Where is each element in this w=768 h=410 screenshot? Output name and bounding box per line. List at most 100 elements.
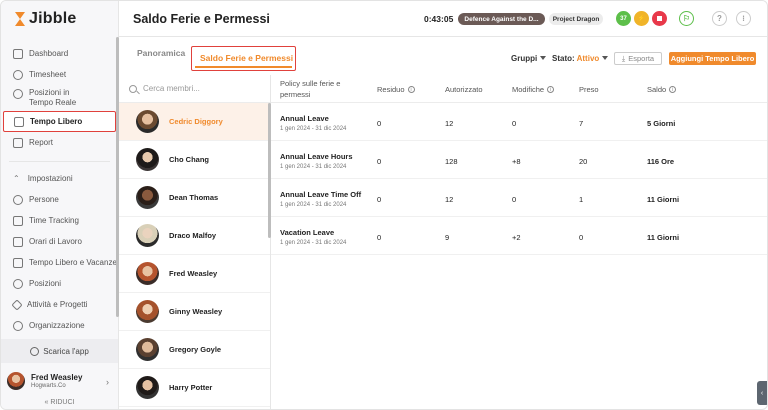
sidebar-item-label: Tempo Libero e Vacanze — [29, 258, 117, 267]
calendar-icon — [13, 236, 23, 247]
taken-cell: 20 — [579, 157, 588, 166]
changes-cell: +8 — [512, 157, 521, 166]
column-header-taken: Preso — [579, 85, 599, 94]
member-name: Ginny Weasley — [169, 307, 223, 316]
member-name: Fred Weasley — [169, 269, 218, 278]
members-list: Cerca membri... Cedric Diggory Cho Chang… — [119, 75, 271, 409]
sidebar-item-label: Dashboard — [29, 49, 69, 58]
list-item[interactable]: Ginny Weasley — [119, 293, 270, 331]
export-button[interactable]: ⤓ Esporta — [614, 52, 662, 65]
policy-range: 1 gen 2024 - 31 dic 2024 — [280, 164, 347, 170]
info-icon[interactable]: i — [547, 86, 555, 93]
authorized-cell: 9 — [445, 233, 450, 242]
avatar — [136, 338, 159, 361]
status-label: Stato: — [552, 54, 575, 63]
download-app-label: Scarica l'app — [43, 346, 89, 356]
app-window: Jibble Dashboard Timesheet Posizioni in … — [0, 0, 768, 410]
sidebar-item-time-off[interactable]: Tempo Libero — [3, 111, 116, 132]
sidebar-item-people[interactable]: Persone — [1, 189, 118, 210]
column-header-residual: Residuo i — [377, 85, 415, 94]
logo[interactable]: Jibble — [14, 10, 76, 28]
balance-cell: 11 Giorni — [647, 195, 680, 204]
break-icon[interactable]: ⚡ — [634, 11, 649, 26]
list-item[interactable]: Dean Thomas — [119, 179, 270, 217]
double-chevron-left-icon: « — [44, 399, 49, 406]
jibble-logo-icon — [15, 12, 25, 26]
sidebar-item-report[interactable]: Report — [1, 132, 118, 153]
activity-badge[interactable]: Defence Against the D... — [458, 13, 545, 25]
sidebar-item-timesheet[interactable]: Timesheet — [1, 64, 118, 85]
stop-icon — [657, 16, 662, 21]
column-header-policy: Policy sulle ferie e permessi — [280, 79, 341, 99]
sidebar-item-activities[interactable]: Attività e Progetti — [1, 294, 118, 315]
sidebar-item-time-tracking[interactable]: Time Tracking — [1, 210, 118, 231]
project-badge[interactable]: Project Dragon — [549, 13, 603, 25]
residual-cell: 0 — [377, 233, 382, 242]
info-icon[interactable]: i — [407, 86, 415, 93]
collapse-label: RIDUCI — [50, 399, 75, 406]
stop-button[interactable] — [652, 11, 667, 26]
taken-cell: 1 — [579, 195, 584, 204]
policy-range: 1 gen 2024 - 31 dic 2024 — [280, 202, 347, 208]
clock-in-icon[interactable]: ⚐ — [679, 11, 694, 26]
sidebar-item-dashboard[interactable]: Dashboard — [1, 43, 118, 64]
changes-cell: 0 — [512, 195, 517, 204]
list-item[interactable]: Harry Potter — [119, 369, 270, 407]
policy-name: Annual Leave — [280, 114, 329, 123]
taken-cell: 7 — [579, 119, 584, 128]
search-input[interactable]: Cerca membri... — [143, 84, 200, 93]
column-header-label: Autorizzato — [445, 85, 483, 94]
sidebar-item-locations[interactable]: Posizioni — [1, 273, 118, 294]
balance-table: Policy sulle ferie e permessi Residuo i … — [271, 75, 767, 409]
list-item[interactable]: Cedric Diggory — [119, 103, 270, 141]
avatar — [136, 186, 159, 209]
member-name: Cedric Diggory — [169, 117, 223, 126]
list-item[interactable]: Gregory Goyle — [119, 331, 270, 369]
sidebar-item-time-off-holidays[interactable]: Tempo Libero e Vacanze — [1, 252, 118, 273]
side-panel-toggle[interactable]: ‹ — [757, 381, 767, 405]
policy-range: 1 gen 2024 - 31 dic 2024 — [280, 126, 347, 132]
sidebar-item-label: Impostazioni — [27, 174, 73, 183]
info-icon[interactable]: i — [669, 86, 677, 93]
location-pin-icon — [13, 89, 23, 99]
column-header-authorized: Autorizzato — [445, 85, 483, 94]
table-row[interactable]: Annual Leave Hours 1 gen 2024 - 31 dic 2… — [271, 141, 767, 179]
column-header-label: Preso — [579, 85, 599, 94]
status-dropdown[interactable]: Stato: Attivo — [552, 54, 609, 63]
list-item[interactable]: Draco Malfoy — [119, 217, 270, 255]
tab-balance[interactable]: Saldo Ferie e Permessi — [191, 46, 296, 71]
column-header-label: Residuo — [377, 85, 405, 94]
policy-range: 1 gen 2024 - 31 dic 2024 — [280, 240, 347, 246]
avatar — [136, 262, 159, 285]
chevron-down-icon — [540, 56, 547, 60]
member-name: Draco Malfoy — [169, 231, 217, 240]
toolbar: Panoramica Saldo Ferie e Permessi Gruppi… — [119, 37, 767, 75]
add-time-off-button[interactable]: Aggiungi Tempo Libero — [669, 52, 756, 65]
sidebar-item-work-schedules[interactable]: Orari di Lavoro — [1, 231, 118, 252]
policy-name: Annual Leave Hours — [280, 152, 353, 161]
sidebar-item-label: Timesheet — [29, 70, 67, 79]
tab-overview[interactable]: Panoramica — [137, 48, 185, 58]
download-app-button[interactable]: Scarica l'app — [1, 339, 118, 363]
sidebar-item-organization[interactable]: Organizzazione — [1, 315, 118, 336]
sidebar-item-settings[interactable]: ⌃ Impostazioni — [1, 168, 118, 189]
groups-dropdown[interactable]: Gruppi — [511, 54, 547, 63]
collapse-sidebar-button[interactable]: « RIDUCI — [1, 399, 118, 406]
apps-icon[interactable]: ⁝ — [736, 11, 751, 26]
members-count-badge[interactable]: 37 — [616, 11, 631, 26]
table-row[interactable]: Vacation Leave 1 gen 2024 - 31 dic 2024 … — [271, 217, 767, 255]
help-icon[interactable]: ? — [712, 11, 727, 26]
export-label: Esporta — [628, 54, 655, 63]
list-item[interactable]: Fred Weasley — [119, 255, 270, 293]
authorized-cell: 12 — [445, 195, 454, 204]
policy-cell: Annual Leave Time Off 1 gen 2024 - 31 di… — [280, 190, 361, 208]
policy-cell: Vacation Leave 1 gen 2024 - 31 dic 2024 — [280, 228, 346, 246]
list-item[interactable]: Cho Chang — [119, 141, 270, 179]
tab-balance-label: Saldo Ferie e Permessi — [200, 53, 294, 63]
table-row[interactable]: Annual Leave 1 gen 2024 - 31 dic 2024 0 … — [271, 103, 767, 141]
user-profile[interactable]: Fred Weasley Hogwarts.Co › — [7, 367, 113, 395]
suitcase-icon — [14, 116, 24, 127]
sidebar-item-live-locations[interactable]: Posizioni in Tempo Reale — [1, 85, 118, 111]
member-search[interactable]: Cerca membri... — [119, 75, 270, 103]
table-row[interactable]: Annual Leave Time Off 1 gen 2024 - 31 di… — [271, 179, 767, 217]
